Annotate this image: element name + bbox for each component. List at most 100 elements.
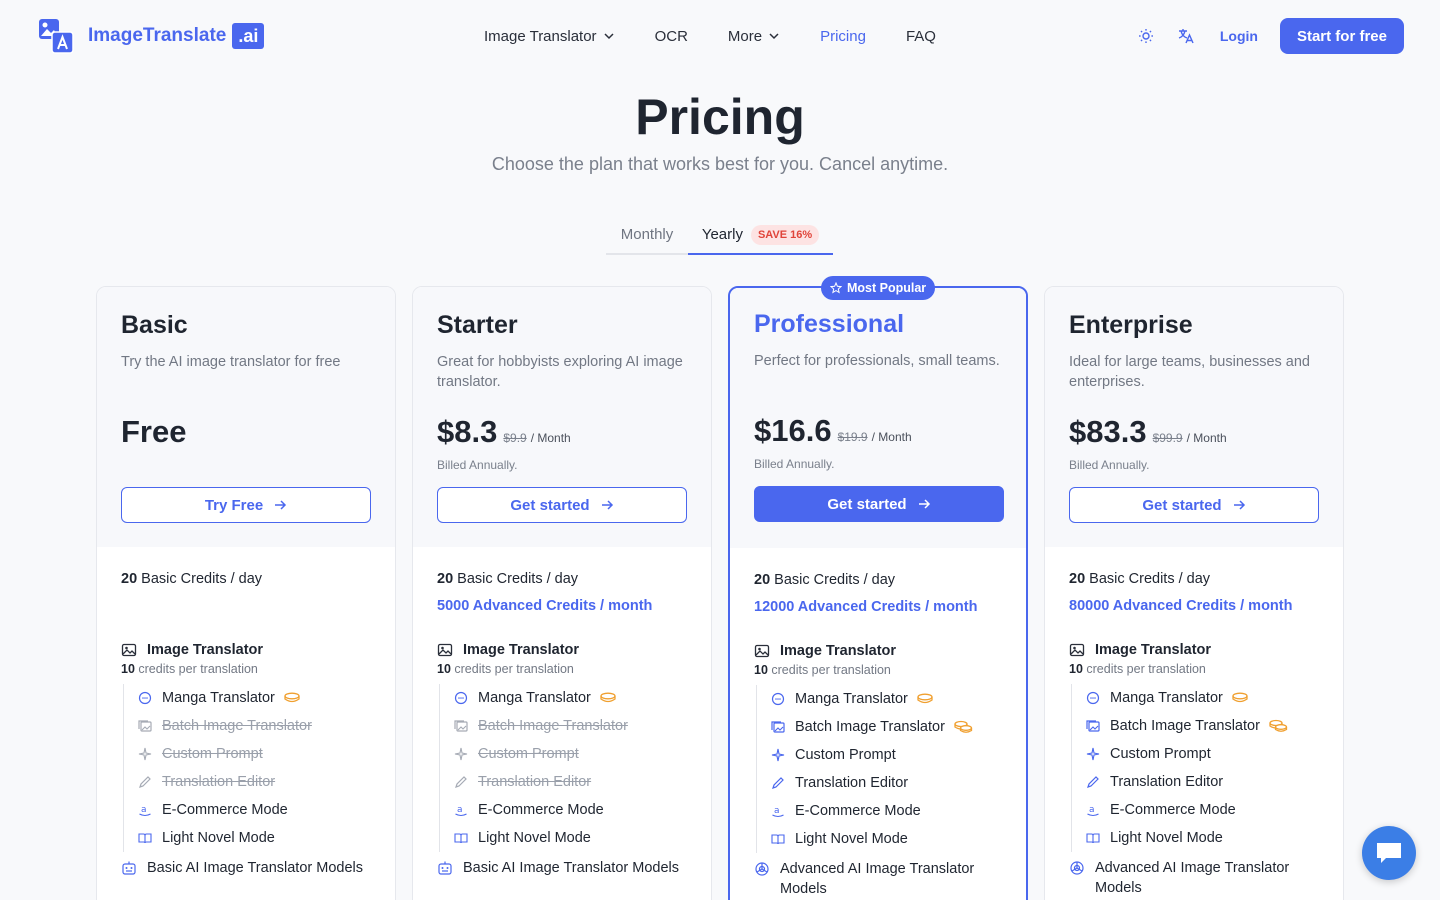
plan-card-enterprise: Enterprise Ideal for large teams, busines… [1044, 286, 1344, 900]
images-stack-icon [454, 720, 468, 732]
amazon-icon: a [772, 806, 784, 818]
feature-ecommerce-mode: a E-Commerce Mode [138, 796, 371, 824]
plan-cta-button[interactable]: Get started [754, 486, 1004, 522]
login-link[interactable]: Login [1220, 28, 1258, 44]
most-popular-badge: Most Popular [821, 276, 936, 300]
image-icon [437, 643, 453, 657]
header-actions: Login Start for free [1136, 18, 1404, 54]
plan-name: Enterprise [1069, 311, 1193, 339]
cta-label: Get started [1142, 496, 1222, 514]
feature-label: E-Commerce Mode [1110, 802, 1236, 818]
svg-text:a: a [141, 805, 147, 815]
brand-logo[interactable]: ImageTranslate .ai [38, 18, 265, 54]
book-open-icon [771, 834, 785, 845]
nav-ocr[interactable]: OCR [655, 28, 688, 45]
plan-header: Basic Try the AI image translator for fre… [97, 287, 395, 547]
models-label: Basic AI Image Translator Models [147, 860, 363, 876]
feature-translation-editor: Translation Editor [771, 769, 1002, 797]
arrow-right-icon [275, 500, 287, 510]
feature-label: Custom Prompt [1110, 746, 1211, 762]
feature-ecommerce-mode: a E-Commerce Mode [771, 797, 1002, 825]
feature-label: Batch Image Translator [478, 718, 628, 734]
feature-translation-editor: Translation Editor [1086, 768, 1319, 796]
nav-pricing[interactable]: Pricing [820, 28, 866, 45]
basic-credits: 20 Basic Credits / day [754, 572, 1002, 588]
feature-manga-translator: Manga Translator [1086, 684, 1319, 712]
feature-light-novel-mode: Light Novel Mode [771, 825, 1002, 853]
images-stack-icon [771, 721, 785, 733]
feature-label: Manga Translator [795, 691, 908, 707]
feature-custom-prompt: Custom Prompt [138, 740, 371, 768]
image-icon [121, 643, 137, 657]
plan-price-period: / Month [530, 431, 571, 445]
feature-label: E-Commerce Mode [478, 802, 604, 818]
basic-credits-number: 20 [437, 571, 454, 587]
cta-label: Get started [827, 495, 907, 513]
sparkle-icon [454, 747, 468, 761]
feature-ecommerce-mode: a E-Commerce Mode [1086, 796, 1319, 824]
star-icon [830, 282, 842, 294]
feature-image-translator: Image Translator [754, 643, 1002, 659]
basic-credits-text: Basic Credits / day [453, 571, 579, 587]
plan-cta-button[interactable]: Get started [437, 487, 687, 523]
feature-image-translator: Image Translator [1069, 642, 1319, 658]
plan-description: Try the AI image translator for free [121, 354, 341, 370]
book-open-icon [138, 833, 152, 844]
feature-label: Manga Translator [478, 690, 591, 706]
feature-label: Batch Image Translator [162, 718, 312, 734]
feature-custom-prompt: Custom Prompt [771, 741, 1002, 769]
plan-header: Enterprise Ideal for large teams, busines… [1045, 287, 1343, 547]
coin-icon [1232, 692, 1248, 703]
feature-label: Custom Prompt [795, 747, 896, 763]
plan-header: Professional Perfect for professionals, s… [730, 288, 1026, 548]
sparkle-icon [771, 748, 785, 762]
feature-batch-image-translator: Batch Image Translator [771, 713, 1002, 741]
feature-label: Image Translator [463, 642, 580, 658]
coin-icon [917, 693, 933, 704]
billed-note: Billed Annually. [754, 457, 835, 471]
feature-batch-image-translator: Batch Image Translator [138, 712, 371, 740]
tab-monthly[interactable]: Monthly [606, 216, 688, 253]
coin-icon [600, 692, 616, 703]
plan-features: 20 Basic Credits / day 5000 Advanced Cred… [413, 547, 711, 878]
basic-credits-number: 20 [754, 572, 771, 588]
plan-cta-button[interactable]: Try Free [121, 487, 371, 523]
plan-price-old: $19.9 [837, 430, 868, 444]
tab-yearly[interactable]: Yearly SAVE 16% [688, 216, 833, 255]
arrow-right-icon [1233, 500, 1245, 510]
robot-icon [438, 861, 452, 875]
feature-label: Manga Translator [162, 690, 275, 706]
feature-label: Custom Prompt [478, 746, 579, 762]
book-open-icon [454, 833, 468, 844]
start-for-free-button[interactable]: Start for free [1279, 18, 1404, 54]
svg-text:a: a [1089, 805, 1095, 815]
feature-batch-image-translator: Batch Image Translator [454, 712, 687, 740]
ai-models: Basic AI Image Translator Models [121, 858, 371, 878]
plan-price-old: $99.9 [1152, 431, 1183, 445]
nav-faq[interactable]: FAQ [906, 28, 936, 45]
site-header: ImageTranslate .ai Image Translator OCR … [0, 0, 1440, 72]
per-number: 10 [437, 662, 451, 676]
coins-stack-icon [954, 720, 973, 733]
chat-bubble-icon[interactable] [1362, 826, 1416, 880]
feature-sublist: Manga Translator Batch Image Translator Cu… [123, 684, 371, 852]
credits-per-translation: 10 credits per translation [437, 662, 687, 676]
nav-image-translator[interactable]: Image Translator [484, 28, 615, 45]
arrow-right-icon [601, 500, 613, 510]
feature-image-translator: Image Translator [121, 642, 371, 658]
svg-text:a: a [457, 805, 463, 815]
translate-icon[interactable] [1176, 26, 1196, 46]
feature-manga-translator: Manga Translator [771, 685, 1002, 713]
per-number: 10 [1069, 662, 1083, 676]
sun-icon[interactable] [1136, 26, 1156, 46]
save-badge: SAVE 16% [750, 224, 820, 245]
advanced-credits: 80000 Advanced Credits / month [1069, 598, 1293, 614]
amazon-icon: a [455, 805, 467, 817]
plan-name: Starter [437, 311, 518, 339]
billing-toggle: Monthly Yearly SAVE 16% [606, 216, 833, 255]
book-open-icon [1086, 833, 1100, 844]
nav-more[interactable]: More [728, 28, 780, 45]
plan-cta-button[interactable]: Get started [1069, 487, 1319, 523]
feature-ecommerce-mode: a E-Commerce Mode [454, 796, 687, 824]
plan-name: Basic [121, 311, 188, 339]
